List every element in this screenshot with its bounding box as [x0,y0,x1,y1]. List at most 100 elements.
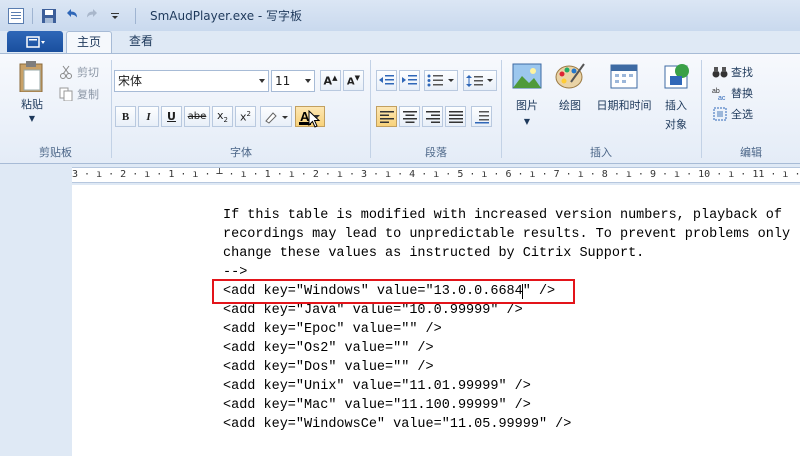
shrink-font-button[interactable]: A▼ [343,70,364,91]
redo-icon[interactable] [83,6,103,26]
font-family-value: 宋体 [118,74,143,88]
document-line: If this table is modified with increased… [223,208,782,223]
font-group-label: 字体 [230,146,252,159]
copy-icon [58,86,74,102]
qat-divider [32,7,33,24]
font-group: 宋体 11 A▲ A▼ B I U abe x2 x2 A 字体 [112,54,370,164]
paste-button[interactable]: 粘贴 ▼ [12,60,52,123]
insert-object-button[interactable]: 插入 对象 [658,62,694,132]
replace-button[interactable]: ab ac 替换 [712,85,753,101]
align-right-button[interactable] [422,106,443,127]
customize-icon[interactable] [105,6,125,26]
text-caret [522,284,523,299]
grow-font-button[interactable]: A▲ [320,70,341,91]
select-all-label: 全选 [731,108,753,121]
picture-button[interactable]: 图片 ▼ [508,62,546,126]
document-line: <add key="Dos" value="" /> [223,360,434,375]
strikethrough-icon: abe [187,111,207,122]
superscript-button[interactable]: x2 [235,106,256,127]
scissors-icon [58,64,74,80]
picture-icon [512,63,542,89]
file-menu-button[interactable] [7,31,63,52]
replace-icon: ab ac [712,85,728,101]
mouse-cursor-icon [308,110,321,128]
datetime-label: 日期和时间 [596,99,652,112]
paint-label: 绘图 [559,99,581,112]
document-line: <add key="Mac" value="11.100.99999" /> [223,398,531,413]
window-title: SmAudPlayer.exe - 写字板 [150,9,303,23]
chevron-down-icon [259,79,265,83]
grow-font-icon: A▲ [323,73,338,88]
italic-button[interactable]: I [138,106,159,127]
font-size-select[interactable]: 11 [271,70,315,92]
clipboard-group: 粘贴 ▼ 剪切 复制 剪贴板 [0,54,111,164]
align-left-button[interactable] [376,106,397,127]
bullet-list-icon [427,74,454,87]
ruler-scale[interactable]: 3 · ı · 2 · ı · 1 · ı · ┴ · ı · 1 · ı · … [72,167,800,183]
save-icon[interactable] [39,6,59,26]
paste-dropdown-icon[interactable]: ▼ [12,114,52,123]
calendar-icon [610,64,638,89]
ribbon-tab-row: 主页 查看 [0,31,800,53]
document-line: <add key="Epoc" value="" /> [223,322,442,337]
picture-dropdown-icon[interactable]: ▼ [508,117,546,126]
chevron-down-icon [305,79,311,83]
ruler: 3 · ı · 2 · ı · 1 · ı · ┴ · ı · 1 · ı · … [0,165,800,185]
editing-group: 查找 ab ac 替换 全选 编辑 [702,54,800,164]
editing-group-label: 编辑 [740,146,762,159]
paragraph-settings-button[interactable] [471,106,492,127]
tab-home[interactable]: 主页 [66,31,112,53]
undo-icon[interactable] [61,6,81,26]
file-menu-icon [26,35,45,48]
highlighter-icon [265,111,288,124]
cut-button[interactable]: 剪切 [58,64,99,80]
decrease-indent-button[interactable] [376,70,397,91]
subscript-button[interactable]: x2 [212,106,233,127]
bold-button[interactable]: B [115,106,136,127]
shrink-font-icon: A▼ [346,73,361,88]
paint-drawing-button[interactable]: 绘图 [550,62,590,113]
font-family-select[interactable]: 宋体 [114,70,269,92]
replace-label: 替换 [731,87,753,100]
align-right-icon [425,110,440,123]
red-highlight-box [212,279,575,304]
document-line: change these values as instructed by Cit… [223,246,645,261]
justify-button[interactable] [445,106,466,127]
subscript-icon: x2 [217,108,228,125]
underline-icon: U [167,110,176,123]
line-spacing-icon [466,74,493,87]
document-line: <add key="Os2" value="" /> [223,341,434,356]
ruler-marks: 3 · ı · 2 · ı · 1 · ı · ┴ · ı · 1 · ı · … [72,169,800,180]
find-label: 查找 [731,66,753,79]
underline-button[interactable]: U [161,106,182,127]
align-left-icon [379,110,394,123]
document-line: recordings may lead to unpredictable res… [223,227,791,242]
select-all-button[interactable]: 全选 [712,106,753,122]
insert-object-icon [664,64,689,89]
line-spacing-button[interactable] [463,70,497,91]
copy-label: 复制 [77,88,99,101]
svg-text:ac: ac [718,95,726,100]
select-all-icon [712,106,728,122]
paragraph-group: 段落 [371,54,501,164]
highlight-color-button[interactable] [260,106,292,127]
insert-object-label-2: 对象 [665,118,687,131]
datetime-button[interactable]: 日期和时间 [592,62,656,113]
decrease-indent-icon [379,75,394,85]
insert-group-label: 插入 [590,146,612,159]
align-center-button[interactable] [399,106,420,127]
copy-button[interactable]: 复制 [58,86,99,102]
find-button[interactable]: 查找 [712,64,753,80]
svg-text:ab: ab [712,88,720,95]
binoculars-icon [712,64,728,80]
justify-icon [448,110,463,123]
increase-indent-icon [402,75,417,85]
bold-icon: B [121,110,130,123]
strikethrough-button[interactable]: abe [184,106,210,127]
wordpad-icon[interactable] [8,7,24,24]
increase-indent-button[interactable] [399,70,420,91]
bullets-button[interactable] [424,70,458,91]
paste-icon [19,61,43,92]
cut-label: 剪切 [77,66,99,79]
tab-view[interactable]: 查看 [120,31,162,53]
